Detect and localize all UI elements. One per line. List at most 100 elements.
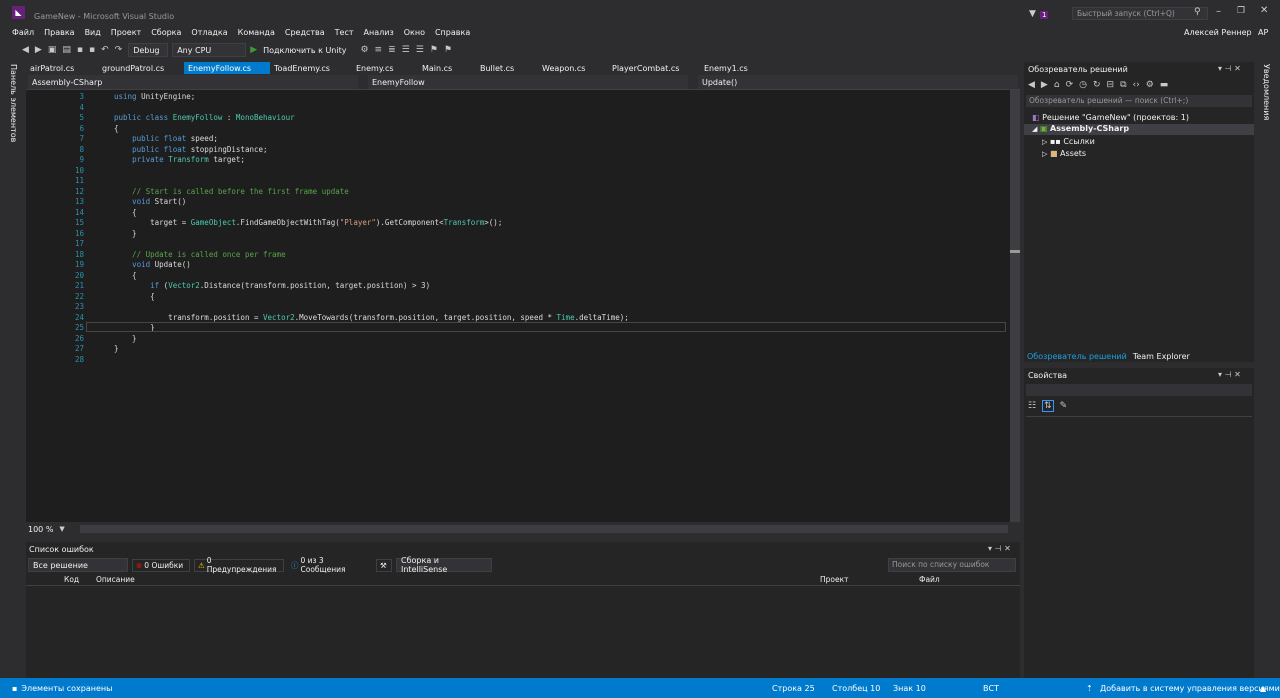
error-search-input[interactable]: Поиск по списку ошибок [888, 558, 1016, 572]
home-icon[interactable]: ⌂ [1054, 80, 1060, 90]
code-line[interactable]: // Update is called once per frame [114, 250, 286, 259]
sync-icon[interactable]: ⟳ [1066, 80, 1074, 90]
tree-assets[interactable]: ▷ ■ Assets [1042, 149, 1086, 158]
tab-enemy[interactable]: Enemy.cs [352, 62, 418, 74]
toolbox-tab[interactable]: Панель элементов [9, 64, 18, 142]
menu-edit[interactable]: Правка [44, 28, 74, 37]
menu-project[interactable]: Проект [111, 28, 141, 37]
bookmark-icon[interactable]: ⚑ [444, 45, 452, 55]
class-dropdown[interactable]: EnemyFollow [368, 75, 688, 89]
maximize-button[interactable]: ❐ [1237, 6, 1245, 16]
forward-icon[interactable]: ▶ [1041, 80, 1048, 90]
column-project[interactable]: Проект [820, 575, 849, 584]
code-line[interactable]: void Start() [114, 197, 186, 206]
uncomment-icon[interactable]: ☰ [416, 45, 424, 55]
notification-badge[interactable]: 1 [1040, 11, 1049, 19]
code-line[interactable]: { [114, 208, 137, 217]
tab-playercombat[interactable]: PlayerCombat.cs [608, 62, 700, 74]
code-line[interactable]: { [114, 124, 119, 133]
editor-scrollbar[interactable] [1010, 90, 1020, 522]
code-line[interactable]: public float stoppingDistance; [114, 145, 267, 154]
avatar[interactable]: АР [1258, 28, 1268, 37]
search-icon[interactable]: ⚲ [1194, 7, 1201, 17]
tab-solution-explorer[interactable]: Обозреватель решений [1027, 352, 1127, 361]
close-button[interactable]: ✕ [1260, 5, 1268, 16]
solution-search-input[interactable]: Обозреватель решений — поиск (Ctrl+;) [1026, 95, 1252, 107]
menu-file[interactable]: Файл [12, 28, 34, 37]
platform-dropdown[interactable]: Any CPU [172, 43, 247, 57]
tab-airpatrol[interactable]: airPatrol.cs [26, 62, 98, 74]
back-icon[interactable]: ◀ [1028, 80, 1035, 90]
menu-team[interactable]: Команда [238, 28, 275, 37]
redo-icon[interactable]: ↷ [115, 45, 123, 55]
refresh-icon[interactable]: ↻ [1093, 80, 1101, 90]
build-filter-dropdown[interactable]: Сборка и IntelliSense [396, 556, 492, 574]
browser-icon[interactable]: ⚙ [360, 45, 368, 55]
tool-icon[interactable]: ≡ [375, 45, 383, 55]
code-line[interactable]: { [114, 292, 155, 301]
tool-icon[interactable]: ≣ [388, 45, 396, 55]
menu-window[interactable]: Окно [404, 28, 425, 37]
quick-launch-input[interactable]: Быстрый запуск (Ctrl+Q) [1072, 7, 1208, 20]
code-line[interactable]: } [114, 229, 137, 238]
messages-filter-button[interactable]: ⓘ 0 из 3 Сообщения [288, 556, 372, 574]
member-dropdown[interactable]: Update() [698, 75, 1018, 89]
warnings-filter-button[interactable]: ⚠ 0 Предупреждения [194, 556, 284, 574]
column-file[interactable]: Файл [919, 575, 940, 584]
minimize-button[interactable]: – [1216, 6, 1221, 17]
column-code[interactable]: Код [64, 575, 79, 584]
panel-controls-icon[interactable]: ▾ ⊣ ✕ [988, 544, 1011, 553]
code-line[interactable]: void Update() [114, 260, 191, 269]
code-line[interactable]: target = GameObject.FindGameObjectWithTa… [114, 218, 502, 227]
code-icon[interactable]: ‹› [1133, 80, 1140, 90]
code-line[interactable]: { [114, 271, 137, 280]
code-line[interactable]: transform.position = Vector2.MoveTowards… [114, 313, 629, 322]
tab-team-explorer[interactable]: Team Explorer [1133, 352, 1190, 361]
scope-dropdown[interactable]: Все решение [28, 558, 128, 572]
tab-toadenemy[interactable]: ToadEnemy.cs [270, 62, 352, 74]
code-line[interactable]: using UnityEngine; [114, 92, 195, 101]
wrench-icon[interactable]: ✎ [1060, 401, 1068, 411]
tab-main[interactable]: Main.cs [418, 62, 476, 74]
menu-debug[interactable]: Отладка [191, 28, 227, 37]
status-char[interactable]: Знак 10 [893, 684, 926, 693]
zoom-level[interactable]: 100 % [28, 525, 53, 534]
code-line[interactable]: private Transform target; [114, 155, 245, 164]
tab-groundpatrol[interactable]: groundPatrol.cs [98, 62, 184, 74]
alphabetical-icon[interactable]: ⇅ [1042, 400, 1054, 412]
chevron-down-icon[interactable]: ▼ [59, 525, 64, 533]
tab-bullet[interactable]: Bullet.cs [476, 62, 538, 74]
code-line[interactable]: } [114, 344, 119, 353]
panel-controls-icon[interactable]: ▾ ⊣ ✕ [1218, 370, 1241, 379]
code-line[interactable]: } [114, 334, 137, 343]
filter-icon[interactable]: ⚒ [376, 558, 392, 572]
menu-view[interactable]: Вид [85, 28, 101, 37]
filter-icon[interactable]: ▼ [1029, 9, 1036, 19]
notifications-tab[interactable]: Уведомления [1262, 64, 1271, 120]
menu-tools[interactable]: Средства [285, 28, 325, 37]
tab-enemyfollow[interactable]: EnemyFollow.cs [184, 62, 270, 74]
undo-icon[interactable]: ↶ [101, 45, 109, 55]
add-to-source-control[interactable]: Добавить в систему управления версиями [1100, 684, 1280, 693]
tree-solution-root[interactable]: ◧ Решение "GameNew" (проектов: 1) [1032, 113, 1189, 122]
status-insert-mode[interactable]: ВСТ [983, 684, 999, 693]
play-icon[interactable]: ▶ [250, 45, 257, 55]
save-icon[interactable]: ▪ [77, 45, 83, 55]
new-project-icon[interactable]: ▣ [48, 45, 57, 55]
tab-enemy1[interactable]: Enemy1.cs [700, 62, 770, 74]
code-line[interactable]: // Start is called before the first fram… [114, 187, 349, 196]
object-dropdown[interactable] [1026, 384, 1252, 396]
comment-icon[interactable]: ☰ [402, 45, 410, 55]
categorized-icon[interactable]: ☷ [1028, 401, 1036, 411]
errors-filter-button[interactable]: ⊗ 0 Ошибки [132, 558, 190, 572]
code-line[interactable]: if (Vector2.Distance(transform.position,… [114, 281, 430, 290]
menu-help[interactable]: Справка [435, 28, 470, 37]
menu-test[interactable]: Тест [335, 28, 354, 37]
history-icon[interactable]: ◷ [1079, 80, 1087, 90]
project-dropdown[interactable]: Assembly-CSharp [28, 75, 358, 89]
tree-references[interactable]: ▷ ▪▪ Ссылки [1042, 137, 1095, 146]
properties-icon[interactable]: ⚙ [1146, 80, 1154, 90]
user-name[interactable]: Алексей Реннер [1184, 28, 1252, 37]
config-dropdown[interactable]: Debug [128, 43, 169, 57]
tab-weapon[interactable]: Weapon.cs [538, 62, 608, 74]
